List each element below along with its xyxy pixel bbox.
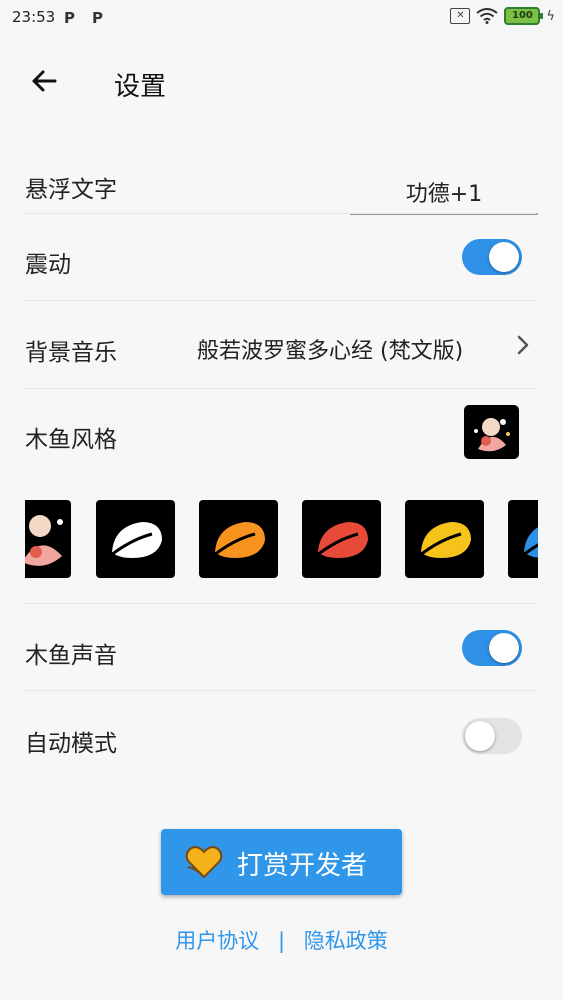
- fish-style-option-illustrated[interactable]: [25, 500, 71, 578]
- float-text-label: 悬浮文字: [25, 177, 117, 203]
- sim-x-icon: ✕: [450, 8, 471, 24]
- illustrated-fish-icon: [474, 418, 510, 452]
- fish-style-option-yellow[interactable]: [405, 500, 484, 578]
- user-agreement-link[interactable]: 用户协议: [175, 925, 259, 955]
- white-fish-icon: [109, 522, 162, 558]
- float-text-input[interactable]: 功德+1: [350, 170, 538, 215]
- vibration-switch[interactable]: [462, 239, 522, 275]
- link-separator: |: [277, 929, 286, 953]
- reward-button-label: 打赏开发者: [237, 851, 368, 881]
- reward-developer-button[interactable]: 打赏开发者: [161, 829, 402, 895]
- red-fish-icon: [315, 522, 368, 558]
- back-arrow-icon[interactable]: [28, 64, 62, 98]
- blue-fish-icon: [521, 527, 538, 558]
- bg-music-label: 背景音乐: [25, 340, 117, 366]
- footer-links: 用户协议 | 隐私政策: [0, 925, 563, 955]
- auto-mode-label: 自动模式: [25, 731, 117, 757]
- fish-style-option-blue[interactable]: [508, 500, 538, 578]
- divider: [25, 388, 537, 389]
- fish-style-option-red[interactable]: [302, 500, 381, 578]
- switch-thumb: [489, 633, 519, 663]
- fish-style-label: 木鱼风格: [25, 427, 117, 453]
- chevron-right-icon[interactable]: [512, 330, 534, 360]
- status-time: 23:53: [12, 8, 56, 26]
- wifi-icon: [476, 8, 499, 24]
- illustrated-fish-icon: [25, 515, 63, 566]
- heart-hand-icon: [185, 846, 223, 879]
- bg-music-value[interactable]: 般若波罗蜜多心经 (梵文版): [197, 333, 463, 365]
- orange-fish-icon: [212, 522, 265, 558]
- vibration-label: 震动: [25, 252, 71, 278]
- notification-p-icon: P: [64, 9, 75, 27]
- divider: [25, 300, 537, 301]
- notification-p-icon: P: [92, 9, 103, 27]
- status-bar: 23:53 P P ✕ 100 ϟ: [0, 0, 563, 38]
- fish-sound-switch[interactable]: [462, 630, 522, 666]
- battery-icon: 100: [504, 7, 544, 25]
- divider: [25, 690, 537, 691]
- switch-thumb: [465, 721, 495, 751]
- charging-icon: ϟ: [546, 8, 555, 24]
- divider: [25, 213, 537, 214]
- fish-style-selector: [25, 500, 538, 578]
- page-title: 设置: [114, 72, 167, 102]
- switch-thumb: [489, 242, 519, 272]
- selected-style-preview: [464, 405, 519, 459]
- yellow-fish-icon: [418, 522, 471, 558]
- fish-style-option-orange[interactable]: [199, 500, 278, 578]
- fish-sound-label: 木鱼声音: [25, 643, 117, 669]
- divider: [25, 603, 537, 604]
- fish-style-option-white[interactable]: [96, 500, 175, 578]
- float-text-value: 功德+1: [405, 182, 483, 207]
- auto-mode-switch[interactable]: [462, 718, 522, 754]
- privacy-policy-link[interactable]: 隐私政策: [304, 925, 388, 955]
- status-icons: ✕ 100 ϟ: [450, 7, 555, 25]
- app-bar: 设置: [0, 50, 563, 114]
